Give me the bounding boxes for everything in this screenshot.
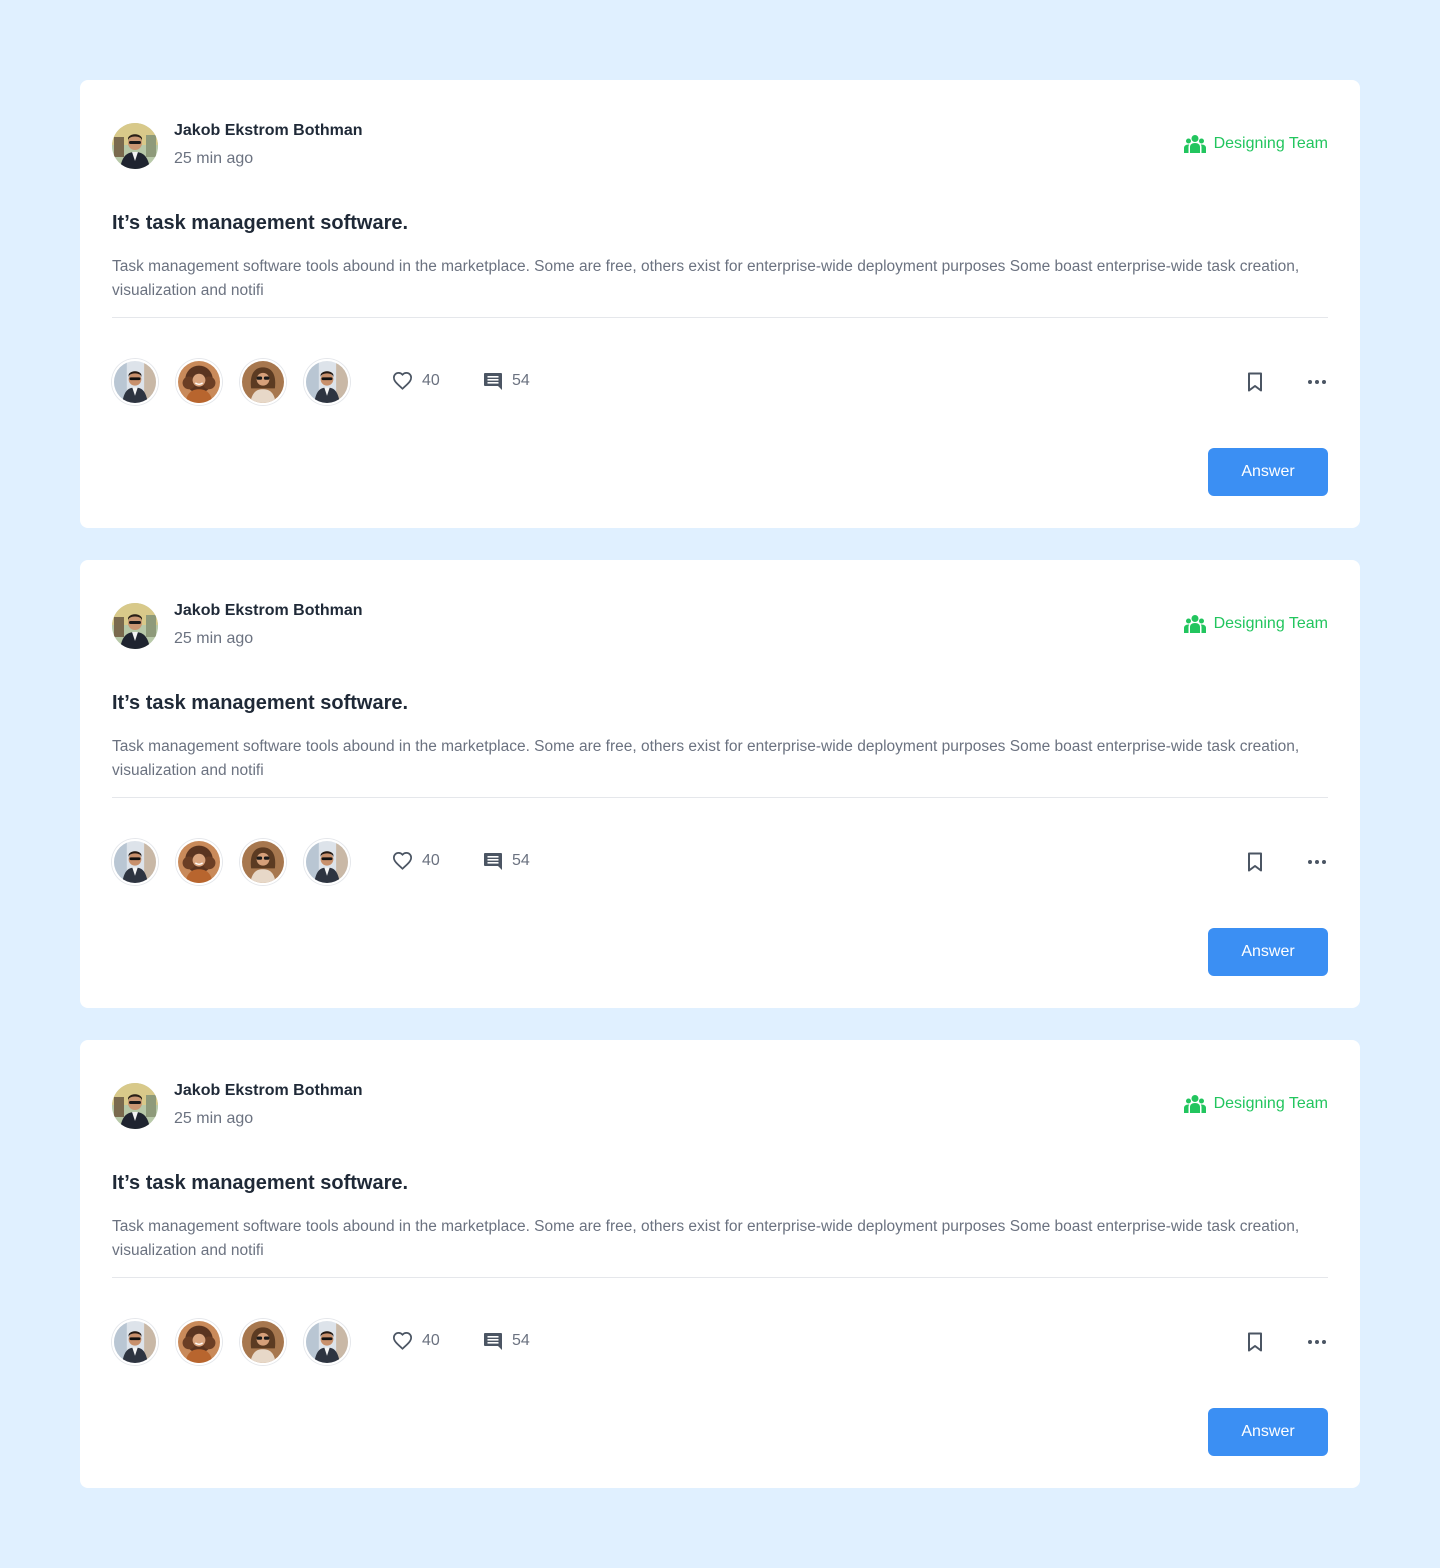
author-avatar[interactable] bbox=[112, 603, 158, 649]
comment-button[interactable]: 54 bbox=[483, 851, 530, 871]
more-horizontal-icon bbox=[1308, 380, 1326, 384]
more-options-button[interactable] bbox=[1305, 1330, 1329, 1354]
comment-icon bbox=[484, 853, 502, 870]
participant-avatar[interactable] bbox=[240, 1319, 286, 1365]
team-icon bbox=[1183, 1095, 1206, 1113]
like-button[interactable]: 40 bbox=[392, 851, 440, 870]
bookmark-icon bbox=[1248, 372, 1262, 392]
like-count: 40 bbox=[422, 371, 440, 389]
team-label: Designing Team bbox=[1213, 135, 1328, 152]
comment-count: 54 bbox=[512, 852, 530, 869]
comment-count: 54 bbox=[512, 1332, 530, 1349]
answer-button[interactable]: Answer bbox=[1208, 448, 1328, 496]
comment-icon bbox=[484, 1333, 502, 1350]
heart-icon bbox=[392, 1332, 413, 1350]
heart-icon bbox=[392, 372, 413, 390]
participant-avatar[interactable] bbox=[176, 839, 222, 885]
comment-count: 54 bbox=[512, 372, 530, 389]
post-body: Task management software tools abound in… bbox=[112, 1218, 1300, 1259]
participant-avatar[interactable] bbox=[176, 1319, 222, 1365]
team-label: Designing Team bbox=[1213, 1095, 1328, 1112]
participant-avatars bbox=[112, 1319, 350, 1365]
bookmark-icon bbox=[1248, 852, 1262, 872]
bookmark-button[interactable] bbox=[1243, 850, 1267, 874]
divider bbox=[112, 317, 1328, 318]
author-name[interactable]: Jakob Ekstrom Bothman bbox=[174, 1082, 362, 1100]
team-badge[interactable]: Designing Team bbox=[1183, 134, 1328, 154]
post-body: Task management software tools abound in… bbox=[112, 258, 1300, 299]
post-time: 25 min ago bbox=[174, 1110, 254, 1127]
comment-button[interactable]: 54 bbox=[483, 1331, 530, 1351]
participant-avatar[interactable] bbox=[240, 359, 286, 405]
post-title[interactable]: It’s task management software. bbox=[112, 1172, 408, 1195]
divider bbox=[112, 797, 1328, 798]
team-icon bbox=[1183, 135, 1206, 153]
author-name[interactable]: Jakob Ekstrom Bothman bbox=[174, 122, 362, 140]
heart-icon bbox=[392, 852, 413, 870]
post-time: 25 min ago bbox=[174, 150, 254, 167]
more-options-button[interactable] bbox=[1305, 850, 1329, 874]
participant-avatar[interactable] bbox=[112, 359, 158, 405]
like-button[interactable]: 40 bbox=[392, 371, 440, 390]
participant-avatar[interactable] bbox=[304, 1319, 350, 1365]
team-label: Designing Team bbox=[1213, 615, 1328, 632]
like-count: 40 bbox=[422, 851, 440, 869]
participant-avatar[interactable] bbox=[240, 839, 286, 885]
participant-avatar[interactable] bbox=[304, 839, 350, 885]
participant-avatar[interactable] bbox=[176, 359, 222, 405]
team-badge[interactable]: Designing Team bbox=[1183, 614, 1328, 634]
participant-avatars bbox=[112, 839, 350, 885]
author-avatar[interactable] bbox=[112, 123, 158, 169]
bookmark-button[interactable] bbox=[1243, 370, 1267, 394]
like-count: 40 bbox=[422, 1331, 440, 1349]
bookmark-button[interactable] bbox=[1243, 1330, 1267, 1354]
question-feed: Jakob Ekstrom Bothman 25 min ago Designi… bbox=[80, 80, 1360, 1520]
post-body: Task management software tools abound in… bbox=[112, 738, 1300, 779]
divider bbox=[112, 1277, 1328, 1278]
answer-button[interactable]: Answer bbox=[1208, 928, 1328, 976]
more-options-button[interactable] bbox=[1305, 370, 1329, 394]
participant-avatar[interactable] bbox=[112, 1319, 158, 1365]
question-card: Jakob Ekstrom Bothman 25 min ago Designi… bbox=[80, 1040, 1360, 1488]
post-title[interactable]: It’s task management software. bbox=[112, 212, 408, 235]
answer-button[interactable]: Answer bbox=[1208, 1408, 1328, 1456]
post-title[interactable]: It’s task management software. bbox=[112, 692, 408, 715]
more-horizontal-icon bbox=[1308, 1340, 1326, 1344]
author-name[interactable]: Jakob Ekstrom Bothman bbox=[174, 602, 362, 620]
question-card: Jakob Ekstrom Bothman 25 min ago Designi… bbox=[80, 560, 1360, 1008]
bookmark-icon bbox=[1248, 1332, 1262, 1352]
team-badge[interactable]: Designing Team bbox=[1183, 1094, 1328, 1114]
comment-icon bbox=[484, 373, 502, 390]
more-horizontal-icon bbox=[1308, 860, 1326, 864]
participant-avatar[interactable] bbox=[112, 839, 158, 885]
team-icon bbox=[1183, 615, 1206, 633]
participant-avatars bbox=[112, 359, 350, 405]
comment-button[interactable]: 54 bbox=[483, 371, 530, 391]
post-time: 25 min ago bbox=[174, 630, 254, 647]
author-avatar[interactable] bbox=[112, 1083, 158, 1129]
like-button[interactable]: 40 bbox=[392, 1331, 440, 1350]
question-card: Jakob Ekstrom Bothman 25 min ago Designi… bbox=[80, 80, 1360, 528]
participant-avatar[interactable] bbox=[304, 359, 350, 405]
